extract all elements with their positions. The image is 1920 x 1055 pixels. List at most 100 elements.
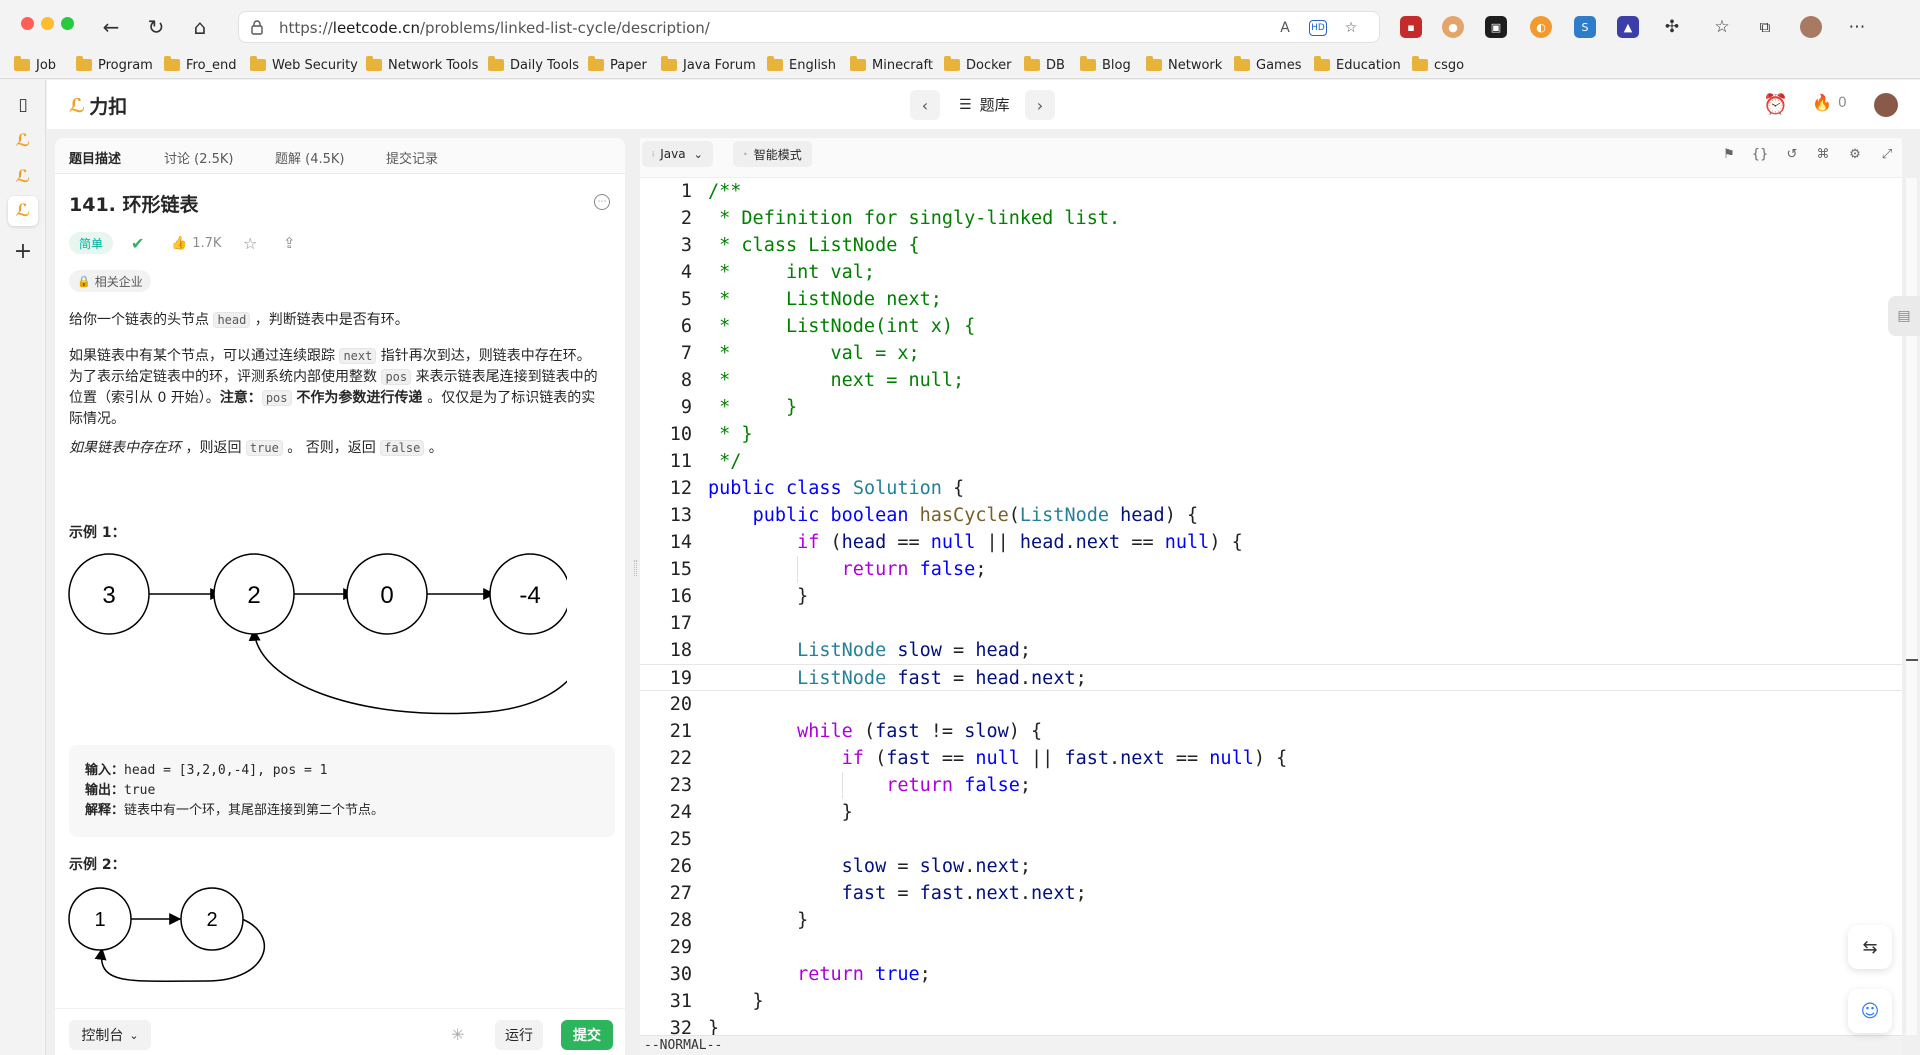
- bookmark-folder[interactable]: Program: [76, 55, 153, 75]
- like-button[interactable]: 👍 1.7K: [171, 232, 221, 254]
- language-select[interactable]: i Java ⌄: [642, 141, 713, 167]
- bookmark-folder[interactable]: Java Forum: [661, 55, 756, 75]
- leetcode-tab-icon[interactable]: ℒ: [8, 162, 38, 192]
- code-line[interactable]: 3 * class ListNode {: [640, 232, 1902, 259]
- extension-avatar-icon[interactable]: ●: [1442, 16, 1464, 38]
- code-line[interactable]: 18 ListNode slow = head;: [640, 637, 1902, 664]
- address-bar[interactable]: https://leetcode.cn/problems/linked-list…: [238, 11, 1380, 43]
- code-line[interactable]: 25: [640, 826, 1902, 853]
- console-button[interactable]: 控制台 ⌄: [69, 1020, 151, 1050]
- extensions-puzzle-icon[interactable]: ✣: [1661, 16, 1683, 38]
- code-line[interactable]: 31 }: [640, 988, 1902, 1015]
- debug-bug-icon[interactable]: ✳: [451, 1025, 464, 1044]
- code-line[interactable]: 16 }: [640, 583, 1902, 610]
- extension-blue-icon[interactable]: S: [1574, 16, 1596, 38]
- code-line[interactable]: 28 }: [640, 907, 1902, 934]
- bookmark-folder[interactable]: Network: [1146, 55, 1222, 75]
- fullscreen-icon[interactable]: ⤢: [1876, 143, 1898, 165]
- collections-icon[interactable]: ⧉: [1754, 16, 1776, 38]
- bookmark-icon[interactable]: ⚑: [1718, 143, 1740, 165]
- read-aloud-icon[interactable]: A: [1275, 18, 1295, 38]
- bookmark-folder[interactable]: Blog: [1080, 55, 1131, 75]
- related-companies-tag[interactable]: 🔒 相关企业: [69, 270, 151, 292]
- bookmark-folder[interactable]: Network Tools: [366, 55, 478, 75]
- extension-purple-icon[interactable]: ▲: [1617, 16, 1639, 38]
- bookmark-folder[interactable]: Minecraft: [850, 55, 933, 75]
- code-line[interactable]: 10 * }: [640, 421, 1902, 448]
- code-line[interactable]: 27 fast = fast.next.next;: [640, 880, 1902, 907]
- code-line[interactable]: 2 * Definition for singly-linked list.: [640, 205, 1902, 232]
- streak-counter[interactable]: 🔥 0: [1812, 93, 1847, 112]
- code-line[interactable]: 7 * val = x;: [640, 340, 1902, 367]
- extension-dark-icon[interactable]: ▣: [1485, 16, 1507, 38]
- alarm-clock-icon[interactable]: ⏰: [1763, 92, 1788, 116]
- tab-actions-icon[interactable]: ▯: [8, 90, 38, 120]
- code-line[interactable]: 26 slow = slow.next;: [640, 853, 1902, 880]
- run-button[interactable]: 运行: [495, 1020, 543, 1050]
- bookmark-folder[interactable]: Games: [1234, 55, 1301, 75]
- hd-icon[interactable]: HD: [1309, 20, 1327, 36]
- tab-submissions[interactable]: 提交记录: [386, 148, 438, 167]
- maximize-window-button[interactable]: [61, 17, 74, 30]
- bookmark-folder[interactable]: Paper: [588, 55, 647, 75]
- bookmark-folder[interactable]: Docker: [944, 55, 1012, 75]
- notes-side-tab[interactable]: ▤: [1888, 296, 1920, 336]
- share-icon[interactable]: ⇪: [283, 232, 296, 254]
- code-line[interactable]: 24 }: [640, 799, 1902, 826]
- leetcode-logo[interactable]: ℒ 力扣: [69, 92, 127, 119]
- home-icon[interactable]: ⌂: [185, 12, 215, 42]
- favorites-icon[interactable]: ☆: [1711, 16, 1733, 38]
- more-menu-icon[interactable]: ⋯: [1846, 16, 1868, 38]
- smart-mode-toggle[interactable]: • 智能模式: [733, 141, 812, 167]
- back-arrow-icon[interactable]: ←: [96, 12, 126, 42]
- submit-button[interactable]: 提交: [561, 1020, 613, 1050]
- bookmark-folder[interactable]: Web Security: [250, 55, 358, 75]
- tab-discussion[interactable]: 讨论 (2.5K): [164, 148, 233, 167]
- leetcode-active-tab-icon[interactable]: ℒ: [8, 196, 38, 226]
- code-line[interactable]: 20: [640, 691, 1902, 718]
- tab-description[interactable]: 题目描述: [69, 148, 121, 167]
- panel-resize-handle[interactable]: [634, 560, 637, 576]
- code-line[interactable]: 6 * ListNode(int x) {: [640, 313, 1902, 340]
- code-line[interactable]: 5 * ListNode next;: [640, 286, 1902, 313]
- leetcode-tab-icon[interactable]: ℒ: [8, 126, 38, 156]
- reset-code-icon[interactable]: ↺: [1781, 143, 1803, 165]
- bookmark-folder[interactable]: Education: [1314, 55, 1401, 75]
- more-options-icon[interactable]: ⋯: [594, 194, 610, 210]
- code-line[interactable]: 21 while (fast != slow) {: [640, 718, 1902, 745]
- user-avatar[interactable]: [1874, 93, 1898, 117]
- code-line[interactable]: 1 /**: [640, 178, 1902, 205]
- code-line[interactable]: 13 public boolean hasCycle(ListNode head…: [640, 502, 1902, 529]
- code-line[interactable]: 29: [640, 934, 1902, 961]
- code-line[interactable]: 12 public class Solution {: [640, 475, 1902, 502]
- code-line[interactable]: 23 return false;: [640, 772, 1902, 799]
- star-icon[interactable]: ☆: [243, 232, 257, 254]
- format-braces-icon[interactable]: {}: [1749, 143, 1771, 165]
- bookmark-folder[interactable]: DB: [1024, 55, 1065, 75]
- bookmark-folder[interactable]: csgo: [1412, 55, 1464, 75]
- code-line[interactable]: 14 if (head == null || head.next == null…: [640, 529, 1902, 556]
- bookmark-folder[interactable]: Daily Tools: [488, 55, 579, 75]
- code-line[interactable]: 17: [640, 610, 1902, 637]
- code-line[interactable]: 4 * int val;: [640, 259, 1902, 286]
- code-line[interactable]: 30 return true;: [640, 961, 1902, 988]
- next-problem-button[interactable]: ›: [1025, 90, 1055, 120]
- reload-icon[interactable]: ↻: [141, 12, 171, 42]
- code-line[interactable]: 8 * next = null;: [640, 367, 1902, 394]
- problem-list-button[interactable]: ☰ 题库: [959, 94, 1010, 115]
- chat-feedback-icon[interactable]: ☺: [1848, 989, 1892, 1033]
- extension-browser-icon[interactable]: ◐: [1530, 16, 1552, 38]
- swap-layout-icon[interactable]: ⇆: [1848, 925, 1892, 969]
- bookmark-folder[interactable]: English: [767, 55, 836, 75]
- shortcut-command-icon[interactable]: ⌘: [1812, 143, 1834, 165]
- tab-solutions[interactable]: 题解 (4.5K): [275, 148, 344, 167]
- code-line[interactable]: 22 if (fast == null || fast.next == null…: [640, 745, 1902, 772]
- code-line[interactable]: 15 return false;: [640, 556, 1902, 583]
- new-tab-plus-icon[interactable]: +: [8, 236, 38, 266]
- code-area[interactable]: 1 /** 2 * Definition for singly-linked lis…: [640, 178, 1902, 1039]
- code-line[interactable]: 9 * }: [640, 394, 1902, 421]
- extension-red-icon[interactable]: ▪: [1400, 16, 1422, 38]
- bookmark-folder[interactable]: Job: [14, 55, 56, 75]
- bookmark-folder[interactable]: Fro_end: [164, 55, 237, 75]
- favorite-star-icon[interactable]: ☆: [1341, 18, 1361, 38]
